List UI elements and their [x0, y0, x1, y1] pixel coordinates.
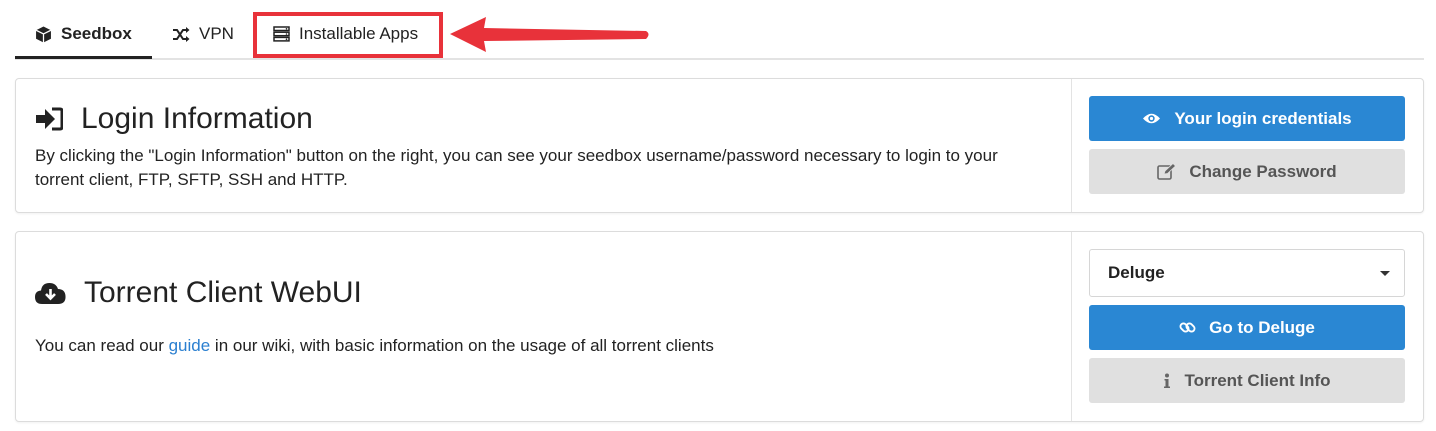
login-credentials-button[interactable]: Your login credentials	[1089, 96, 1405, 141]
annotation-highlight-box	[253, 12, 443, 58]
login-credentials-label: Your login credentials	[1174, 108, 1352, 128]
guide-link[interactable]: guide	[169, 336, 211, 355]
eye-icon	[1142, 112, 1161, 125]
annotation-arrow-icon	[450, 17, 649, 52]
go-to-client-button[interactable]: Go to Deluge	[1089, 305, 1405, 350]
tab-vpn[interactable]: VPN	[172, 10, 234, 58]
panel-divider	[1071, 79, 1072, 212]
tab-seedbox-label: Seedbox	[61, 24, 132, 43]
active-tab-indicator	[15, 56, 152, 59]
chevron-down-icon	[1380, 271, 1390, 276]
go-to-client-label: Go to Deluge	[1209, 317, 1315, 337]
tab-seedbox[interactable]: Seedbox	[35, 10, 132, 58]
link-icon	[1179, 319, 1196, 336]
torrent-client-select[interactable]: Deluge	[1089, 249, 1405, 297]
edit-icon	[1157, 163, 1177, 180]
panel-divider	[1071, 232, 1072, 421]
torrent-text-before-link: You can read our	[35, 336, 169, 355]
login-panel-title-text: Login Information	[81, 102, 313, 135]
torrent-panel-description: You can read our guide in our wiki, with…	[35, 334, 1045, 358]
torrent-client-info-label: Torrent Client Info	[1184, 370, 1331, 390]
torrent-client-info-button[interactable]: Torrent Client Info	[1089, 358, 1405, 403]
shuffle-icon	[172, 26, 190, 42]
tab-vpn-label: VPN	[199, 24, 234, 43]
sign-in-icon	[35, 107, 63, 131]
torrent-panel-title: Torrent Client WebUI	[35, 276, 362, 310]
torrent-panel-title-text: Torrent Client WebUI	[84, 276, 362, 309]
login-panel-description: By clicking the "Login Information" butt…	[35, 146, 998, 189]
tab-bar: Seedbox VPN Installable Apps	[15, 0, 1424, 60]
login-panel-title: Login Information	[35, 102, 313, 136]
torrent-text-after-link: in our wiki, with basic information on t…	[210, 336, 714, 355]
login-information-panel: Login Information By clicking the "Login…	[15, 78, 1424, 213]
info-icon	[1163, 373, 1171, 389]
cube-icon	[35, 26, 52, 43]
change-password-label: Change Password	[1189, 161, 1337, 181]
cloud-download-icon	[35, 281, 66, 305]
torrent-client-panel: Torrent Client WebUI You can read our gu…	[15, 231, 1424, 422]
change-password-button[interactable]: Change Password	[1089, 149, 1405, 194]
torrent-client-select-value: Deluge	[1108, 263, 1165, 282]
